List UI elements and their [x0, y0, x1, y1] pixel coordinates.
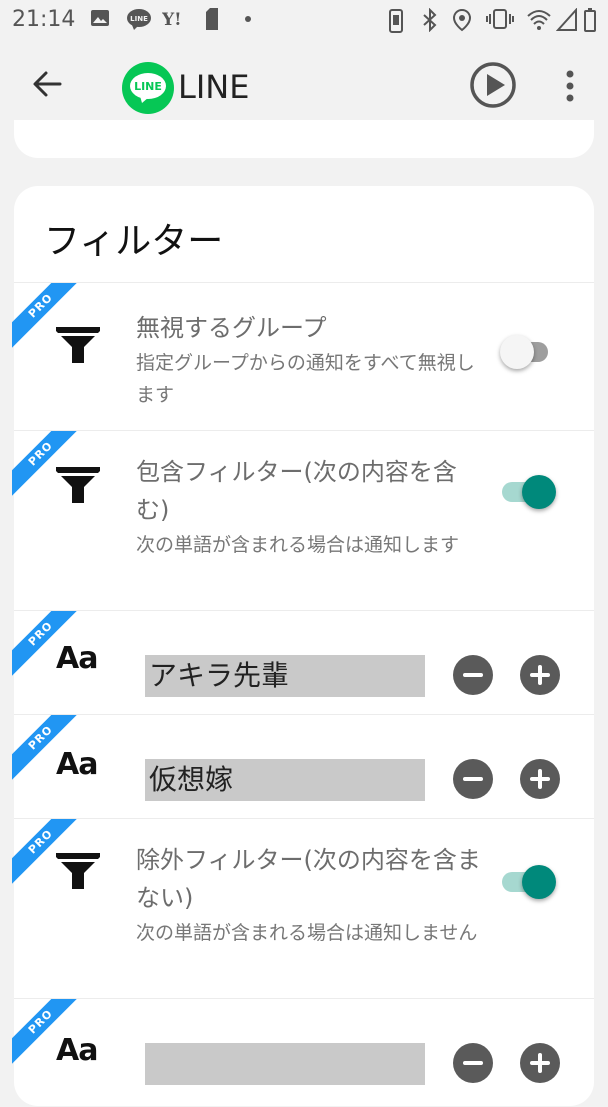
status-bar: 21:14 LINE Y!: [0, 0, 608, 40]
phone-icon: [389, 9, 403, 33]
include-word-row: PRO Aa アキラ先輩: [12, 610, 594, 715]
yahoo-icon: Y!: [162, 10, 182, 30]
word-input[interactable]: 仮想嫁: [145, 759, 425, 801]
text-format-icon: Aa: [56, 1033, 98, 1068]
app-bar: LINE LINE: [0, 40, 608, 132]
row-title: 無視するグループ: [136, 314, 327, 342]
text-format-icon: Aa: [56, 641, 98, 676]
filter-card-title: フィルター: [44, 221, 224, 262]
word-input[interactable]: [145, 1043, 425, 1085]
include-filter-toggle[interactable]: [500, 471, 560, 511]
remove-word-button[interactable]: [453, 655, 493, 695]
row-title: 除外フィルター(次の内容を含まない): [136, 846, 481, 912]
add-word-button[interactable]: [520, 1043, 560, 1083]
line-notification-icon: LINE: [127, 9, 151, 30]
image-icon: [91, 10, 109, 26]
exclude-filter-toggle[interactable]: [500, 861, 560, 901]
sim-icon: [206, 8, 218, 30]
bluetooth-icon: [423, 8, 437, 32]
exclude-word-row: PRO Aa: [12, 998, 594, 1107]
svg-text:Y!: Y!: [162, 10, 182, 30]
vibrate-icon: [486, 9, 514, 29]
filter-icon: [56, 853, 100, 889]
ignore-groups-row[interactable]: PRO 無視するグループ 指定グループからの通知をすべて無視します: [12, 282, 594, 431]
location-icon: [452, 8, 472, 32]
exclude-filter-row[interactable]: PRO 除外フィルター(次の内容を含まない) 次の単語が含まれる場合は通知しませ…: [12, 818, 594, 999]
more-vert-icon[interactable]: [552, 66, 588, 106]
remove-word-button[interactable]: [453, 759, 493, 799]
row-description: 次の単語が含まれる場合は通知しません: [136, 922, 478, 944]
battery-icon: [584, 8, 596, 32]
previous-card: [14, 120, 594, 158]
svg-text:LINE: LINE: [134, 80, 162, 93]
ignore-groups-toggle[interactable]: [500, 331, 560, 371]
add-word-button[interactable]: [520, 759, 560, 799]
line-logo: LINE: [122, 62, 174, 114]
filter-icon: [56, 327, 100, 363]
filter-icon: [56, 467, 100, 503]
add-word-button[interactable]: [520, 655, 560, 695]
include-filter-row[interactable]: PRO 包含フィルター(次の内容を含む) 次の単語が含まれる場合は通知します: [12, 430, 594, 611]
arrow-left-icon[interactable]: [26, 62, 70, 106]
play-circle-icon[interactable]: [468, 60, 518, 110]
remove-word-button[interactable]: [453, 1043, 493, 1083]
row-description: 指定グループからの通知をすべて無視します: [136, 352, 475, 406]
dot-icon: [245, 16, 251, 22]
signal-icon: [556, 8, 577, 31]
word-input[interactable]: アキラ先輩: [145, 655, 425, 697]
include-word-row: PRO Aa 仮想嫁: [12, 714, 594, 819]
svg-text:LINE: LINE: [130, 15, 148, 23]
text-format-icon: Aa: [56, 747, 98, 782]
filter-card: フィルター PRO 無視するグループ 指定グループからの通知をすべて無視します …: [12, 186, 594, 1107]
app-title: LINE: [178, 68, 250, 106]
status-time: 21:14: [12, 7, 76, 32]
row-title: 包含フィルター(次の内容を含む): [136, 458, 457, 524]
row-description: 次の単語が含まれる場合は通知します: [136, 534, 460, 556]
wifi-icon: [527, 10, 551, 30]
